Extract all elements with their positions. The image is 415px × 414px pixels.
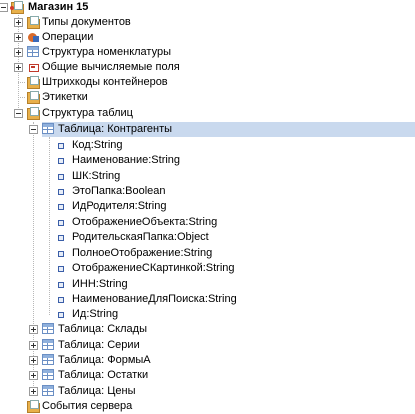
field-icon [58,312,64,318]
expand-icon[interactable] [29,325,38,334]
tree-node-labels[interactable]: Этикетки [0,90,415,105]
tree-node-label: РодительскаяПапка:Object [72,231,209,243]
tree-node-label: ОтображениеОбъекта:String [72,216,218,228]
field-icon [58,204,64,210]
tree-node-label: Таблица: Цены [58,385,136,397]
field-icon [58,158,64,164]
tree-node-label: Таблица: Остатки [58,369,149,381]
tree-node-label: ИдРодителя:String [72,200,167,212]
expand-icon[interactable] [14,48,23,57]
config-folder-icon [10,1,24,14]
tree-node-table-forms[interactable]: Таблица: ФормыА [0,353,415,368]
collapse-icon[interactable] [29,125,38,134]
tree-branch-line [18,82,25,83]
collapse-icon[interactable] [14,109,23,118]
tree-node-label: Этикетки [42,91,88,103]
tree-node-field[interactable]: РодительскаяПапка:Object [0,230,415,245]
table-icon [42,339,54,350]
tree-node-table-stock[interactable]: Таблица: Остатки [0,368,415,383]
tree-node-table-counterparties[interactable]: Таблица: Контрагенты [0,122,415,137]
table-icon [42,369,54,380]
operations-icon [26,31,40,43]
tree-node-field[interactable]: Ид:String [0,307,415,322]
tree-node-field[interactable]: ЭтоПапка:Boolean [0,184,415,199]
expand-icon[interactable] [29,356,38,365]
table-icon [42,123,54,134]
tree-node-label: Типы документов [42,16,131,28]
folder-icon [26,400,40,413]
tree-node-label: НаименованиеДляПоиска:String [72,293,237,305]
tree-node-table-series[interactable]: Таблица: Серии [0,338,415,353]
folder-icon [26,76,40,89]
tree-node-label: ОтображениеСКартинкой:String [72,262,235,274]
tree-node-document-types[interactable]: Типы документов [0,15,415,30]
tree-node-label: ПолноеОтображение:String [72,247,213,259]
field-icon [58,189,64,195]
field-icon [58,220,64,226]
calculated-fields-icon [26,61,40,73]
folder-icon [26,107,40,120]
tree-node-label: Общие вычисляемые поля [42,61,180,73]
tree-branch-line [18,97,25,98]
tree-node-label: ЭтоПапка:Boolean [72,185,166,197]
tree-node-label: Наименование:String [72,154,181,166]
field-icon [58,143,64,149]
expand-icon[interactable] [29,371,38,380]
field-icon [58,282,64,288]
collapse-icon[interactable] [0,3,8,12]
expand-icon[interactable] [14,33,23,42]
tree-node-nomenclature-structure[interactable]: Структура номенклатуры [0,45,415,60]
tree-node-field[interactable]: ОтображениеСКартинкой:String [0,261,415,276]
table-icon [42,354,54,365]
folder-icon [26,16,40,29]
expand-icon[interactable] [29,387,38,396]
tree-node-field[interactable]: ИНН:String [0,277,415,292]
tree-node-label: Штрихкоды контейнеров [42,76,168,88]
tree-node-label: Таблица: Серии [58,339,140,351]
field-icon [58,251,64,257]
tree-node-operations[interactable]: Операции [0,30,415,45]
tree-node-label: Структура таблиц [42,107,133,119]
expand-icon[interactable] [14,18,23,27]
tree-node-label: Таблица: Контрагенты [58,123,173,135]
expand-icon[interactable] [14,63,23,72]
tree-node-label: Структура номенклатуры [42,46,171,58]
tree-node-label: Таблица: Склады [58,323,147,335]
tree-node-field[interactable]: ШК:String [0,169,415,184]
tree-node-field[interactable]: ОтображениеОбъекта:String [0,215,415,230]
field-icon [58,174,64,180]
folder-icon [26,91,40,104]
tree-node-field[interactable]: НаименованиеДляПоиска:String [0,292,415,307]
field-icon [58,297,64,303]
expand-icon[interactable] [29,341,38,350]
tree-node-table-prices[interactable]: Таблица: Цены [0,384,415,399]
field-icon [58,235,64,241]
tree-node-root[interactable]: Магазин 15 [0,0,415,15]
tree-node-field[interactable]: ПолноеОтображение:String [0,246,415,261]
tree-node-label: Код:String [72,139,123,151]
tree-view[interactable]: Магазин 15 Типы документов Операции Стру… [0,0,415,413]
field-icon [58,266,64,272]
tree-node-label: ИНН:String [72,278,128,290]
table-icon [42,323,54,334]
tree-node-table-structure[interactable]: Структура таблиц [0,106,415,121]
tree-node-label: Операции [42,31,94,43]
tree-node-field[interactable]: Наименование:String [0,153,415,168]
tree-node-label: Таблица: ФормыА [58,354,151,366]
tree-node-table-warehouses[interactable]: Таблица: Склады [0,322,415,337]
table-icon [42,385,54,396]
tree-node-label: ШК:String [72,170,121,182]
tree-node-label: Магазин 15 [28,1,89,13]
tree-node-label: Ид:String [72,308,119,320]
tree-node-field[interactable]: ИдРодителя:String [0,199,415,214]
tree-node-field[interactable]: Код:String [0,138,415,153]
table-icon [27,46,39,57]
tree-node-calculated-fields[interactable]: Общие вычисляемые поля [0,60,415,75]
tree-node-container-barcodes[interactable]: Штрихкоды контейнеров [0,75,415,90]
